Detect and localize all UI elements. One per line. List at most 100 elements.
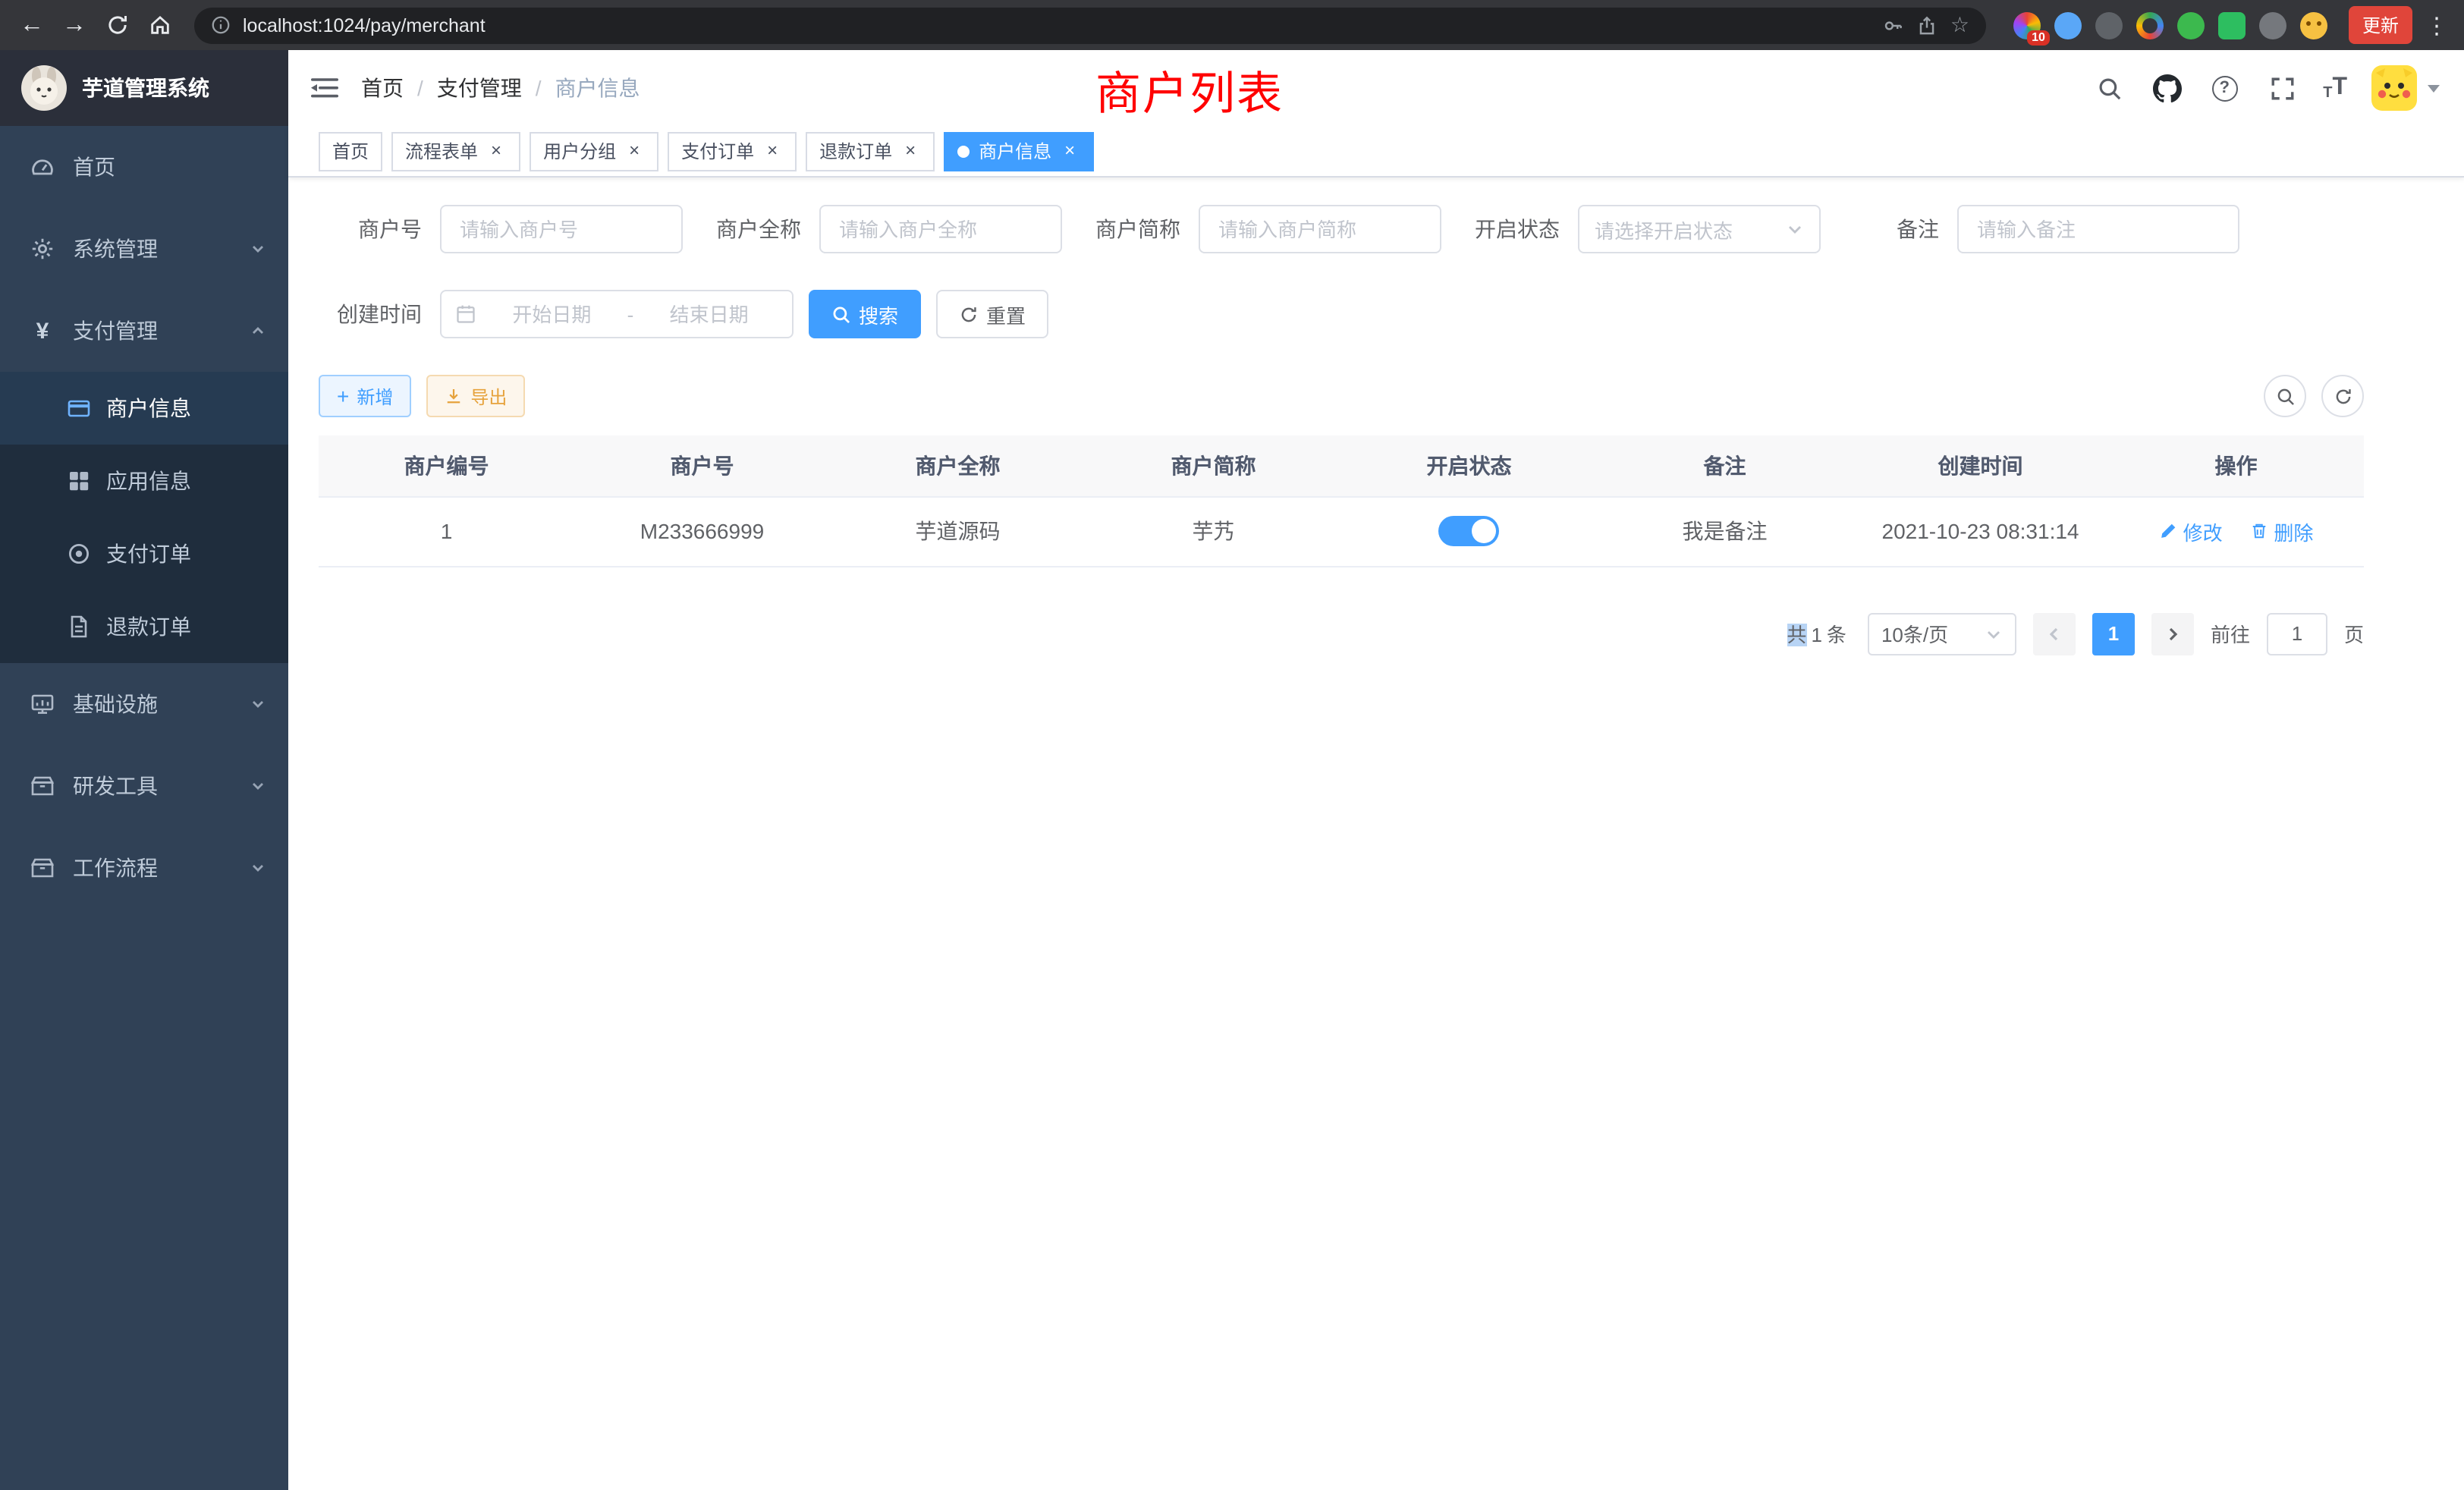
extension-icon-color-ring[interactable] (2136, 11, 2164, 39)
sidebar-item-label: 研发工具 (73, 771, 231, 801)
tab-process-form[interactable]: 流程表单 × (391, 131, 520, 171)
fullscreen-icon[interactable] (2265, 71, 2299, 105)
extension-icon-gray-knot[interactable] (2259, 11, 2286, 39)
sidebar-menu: 首页 系统管理 ¥ 支付管理 (0, 126, 288, 909)
sidebar-item-home[interactable]: 首页 (0, 126, 288, 208)
create-time-range-picker[interactable]: - (440, 290, 794, 338)
status-select[interactable]: 请选择开启状态 (1578, 205, 1821, 253)
add-button[interactable]: + 新增 (319, 375, 411, 417)
browser-update-button[interactable]: 更新 (2349, 6, 2412, 44)
sidebar: 芋道管理系统 首页 系统管理 ¥ 支付管 (0, 50, 288, 1490)
breadcrumb-item-payment[interactable]: 支付管理 (437, 73, 522, 103)
sidebar-item-system[interactable]: 系统管理 (0, 208, 288, 290)
cell-short-name: 芋艿 (1086, 496, 1341, 566)
end-date-input[interactable] (640, 303, 778, 325)
extension-icon-blue-drop[interactable] (2054, 11, 2082, 39)
edit-link[interactable]: 修改 (2159, 517, 2223, 545)
merchant-table: 商户编号 商户号 商户全称 商户简称 开启状态 备注 创建时间 操作 1 (319, 435, 2364, 567)
credit-card-icon (67, 396, 91, 420)
help-icon[interactable]: ? (2208, 71, 2241, 105)
filter-create-time: 创建时间 - (319, 290, 794, 338)
tags-view: 首页 流程表单 × 用户分组 × 支付订单 × 退款订单 × (288, 126, 2464, 178)
tab-merchant-info[interactable]: 商户信息 × (944, 131, 1094, 171)
tab-label: 用户分组 (543, 138, 616, 164)
cell-actions: 修改 删除 (2108, 496, 2364, 566)
next-page-button[interactable] (2151, 612, 2194, 655)
browser-menu-icon[interactable]: ⋮ (2422, 11, 2452, 39)
sidebar-item-payment-orders[interactable]: 支付订单 (0, 517, 288, 590)
tab-label: 首页 (332, 138, 369, 164)
tab-payment-orders[interactable]: 支付订单 × (668, 131, 797, 171)
password-key-icon[interactable] (1884, 14, 1905, 36)
browser-back-icon[interactable]: ← (12, 5, 52, 45)
tab-close-icon[interactable]: × (1059, 140, 1080, 162)
tab-user-group[interactable]: 用户分组 × (530, 131, 658, 171)
extension-icon-dark-circle[interactable] (2095, 11, 2123, 39)
tab-close-icon[interactable]: × (900, 140, 921, 162)
toolbox-icon (30, 774, 55, 798)
filter-form-row-1: 商户号 商户全称 商户简称 开启状态 请选择开启状态 (319, 205, 2364, 253)
browser-reload-icon[interactable] (97, 5, 137, 45)
chevron-down-icon (249, 240, 267, 258)
breadcrumb-item-home[interactable]: 首页 (361, 73, 404, 103)
tab-home[interactable]: 首页 (319, 131, 382, 171)
toggle-search-button[interactable] (2264, 375, 2306, 417)
search-icon (2275, 386, 2295, 406)
sidebar-item-label: 工作流程 (73, 853, 231, 883)
merchant-name-input[interactable] (819, 205, 1062, 253)
sidebar-item-workflow[interactable]: 工作流程 (0, 827, 288, 909)
refresh-table-button[interactable] (2321, 375, 2364, 417)
delete-link[interactable]: 删除 (2249, 517, 2313, 545)
search-icon (831, 304, 851, 324)
pagination: 共1条 10条/页 1 前往 页 (319, 612, 2364, 655)
search-icon[interactable] (2092, 71, 2126, 105)
filter-status: 开启状态 请选择开启状态 (1457, 205, 1821, 253)
goto-page-input[interactable] (2267, 612, 2327, 655)
extension-icon-green-square[interactable] (2218, 11, 2246, 39)
extension-icon-smiley[interactable] (2300, 11, 2327, 39)
tab-refund-orders[interactable]: 退款订单 × (806, 131, 935, 171)
sidebar-item-payment[interactable]: ¥ 支付管理 (0, 290, 288, 372)
tab-close-icon[interactable]: × (762, 140, 783, 162)
search-button[interactable]: 搜索 (809, 290, 921, 338)
app-logo[interactable]: 芋道管理系统 (0, 50, 288, 126)
export-button[interactable]: 导出 (426, 375, 525, 417)
extension-icon-palette[interactable]: 10 (2013, 11, 2041, 39)
browser-forward-icon[interactable]: → (55, 5, 94, 45)
reset-button[interactable]: 重置 (936, 290, 1048, 338)
breadcrumb-separator: / (417, 76, 423, 100)
column-header-merchant-name: 商户全称 (830, 435, 1086, 496)
yen-icon: ¥ (30, 319, 55, 343)
tab-close-icon[interactable]: × (624, 140, 645, 162)
sidebar-item-app-info[interactable]: 应用信息 (0, 445, 288, 517)
hamburger-icon[interactable] (288, 50, 361, 126)
address-bar[interactable]: localhost:1024/pay/merchant ☆ (194, 7, 1986, 43)
bookmark-star-icon[interactable]: ☆ (1950, 12, 1969, 38)
table-row: 1 M233666999 芋道源码 芋艿 我是备注 2021-10-23 08:… (319, 496, 2364, 566)
extensions-row: 10 (2001, 11, 2340, 39)
page-content: 商户号 商户全称 商户简称 开启状态 请选择开启状态 (288, 178, 2464, 1490)
status-toggle[interactable] (1439, 516, 1500, 546)
sidebar-item-refund-orders[interactable]: 退款订单 (0, 590, 288, 663)
sidebar-item-dev-tools[interactable]: 研发工具 (0, 745, 288, 827)
remark-input[interactable] (1957, 205, 2239, 253)
extension-icon-green-circle[interactable] (2177, 11, 2205, 39)
github-icon[interactable] (2150, 71, 2183, 105)
merchant-short-name-input[interactable] (1199, 205, 1441, 253)
sidebar-item-infrastructure[interactable]: 基础设施 (0, 663, 288, 745)
tab-close-icon[interactable]: × (486, 140, 507, 162)
page-number-button[interactable]: 1 (2092, 612, 2135, 655)
share-icon[interactable] (1917, 14, 1938, 36)
font-size-icon[interactable]: TT (2323, 74, 2347, 102)
chevron-down-icon (1985, 624, 2003, 643)
site-info-icon[interactable] (211, 15, 231, 35)
tab-label: 商户信息 (979, 138, 1051, 164)
page-size-select[interactable]: 10条/页 (1868, 612, 2016, 655)
start-date-input[interactable] (482, 303, 621, 325)
browser-home-icon[interactable] (140, 5, 179, 45)
merchant-no-input[interactable] (440, 205, 683, 253)
prev-page-button[interactable] (2033, 612, 2076, 655)
sidebar-item-label: 退款订单 (106, 611, 267, 642)
user-avatar-menu[interactable] (2371, 65, 2440, 111)
sidebar-item-merchant-info[interactable]: 商户信息 (0, 372, 288, 445)
